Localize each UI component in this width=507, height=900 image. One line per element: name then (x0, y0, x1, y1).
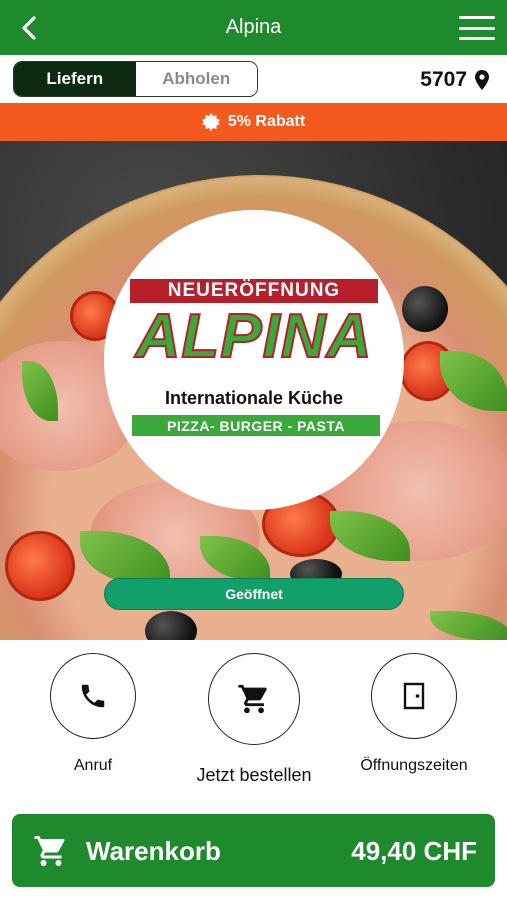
logo-banner: NEUERÖFFNUNG (130, 279, 378, 303)
discount-banner: 5% Rabatt (0, 103, 507, 141)
mode-bar: Liefern Abholen 5707 (0, 55, 507, 103)
app-header: Alpina (0, 0, 507, 55)
location-selector[interactable]: 5707 (420, 68, 489, 92)
hamburger-icon-line (459, 37, 495, 40)
delivery-mode-toggle: Liefern Abholen (13, 61, 258, 97)
order-now-button[interactable] (208, 653, 300, 745)
door-icon (403, 682, 425, 710)
opening-hours-label: Öffnungszeiten (360, 757, 468, 774)
hamburger-icon-line (459, 16, 495, 19)
open-status-badge: Geöffnet (104, 578, 404, 610)
call-label: Anruf (73, 757, 113, 774)
cart-button[interactable]: Warenkorb 49,40 CHF (12, 814, 495, 887)
logo-name: ALPINA (135, 301, 373, 372)
restaurant-hero-image: NEUERÖFFNUNG ALPINA Internationale Küche… (0, 141, 507, 640)
call-button[interactable] (50, 653, 136, 739)
discount-badge-icon (201, 113, 220, 131)
pizza-topping (402, 286, 448, 332)
toggle-option-pickup[interactable]: Abholen (135, 62, 257, 96)
postal-code: 5707 (420, 68, 467, 91)
order-action[interactable]: Jetzt bestellen (194, 653, 314, 786)
location-pin-icon (475, 70, 489, 90)
hamburger-icon-line (459, 26, 495, 30)
cart-label: Warenkorb (86, 836, 221, 866)
call-action[interactable]: Anruf (33, 653, 153, 775)
phone-icon (81, 684, 105, 708)
discount-text: 5% Rabatt (227, 113, 306, 130)
order-now-label: Jetzt bestellen (196, 765, 312, 785)
quick-actions: Anruf Jetzt bestellen Öffnungszeiten (0, 640, 507, 800)
cart-total: 49,40 CHF (351, 836, 477, 866)
pizza-topping (5, 531, 75, 601)
opening-hours-action[interactable]: Öffnungszeiten (354, 653, 474, 775)
toggle-option-delivery[interactable]: Liefern (14, 62, 136, 96)
opening-hours-button[interactable] (371, 653, 457, 739)
logo-strip: PIZZA- BURGER - PASTA (132, 415, 380, 436)
cart-icon (34, 836, 65, 866)
cart-icon (238, 684, 267, 714)
page-title: Alpina (225, 16, 282, 38)
logo-subtitle: Internationale Küche (164, 388, 344, 408)
menu-button[interactable] (459, 14, 495, 42)
